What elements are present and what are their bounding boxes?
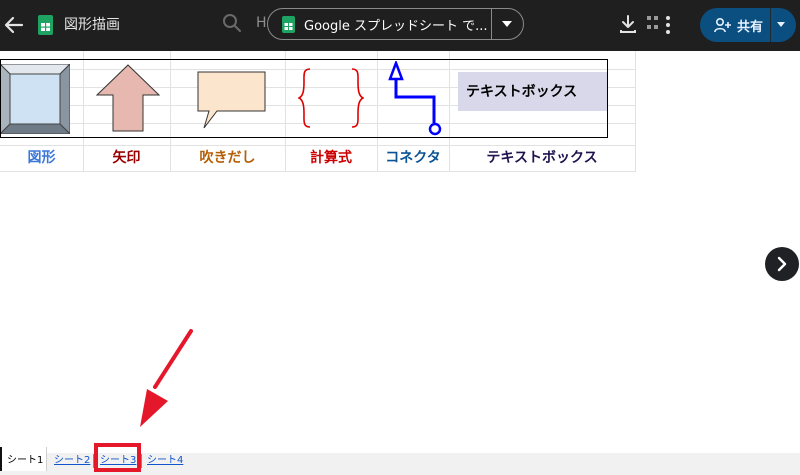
share-divider xyxy=(770,8,771,42)
tab-sheet4[interactable]: シート4 xyxy=(147,452,183,470)
search-icon[interactable] xyxy=(222,13,242,33)
more-vert-icon[interactable] xyxy=(664,14,672,36)
chevron-down-icon[interactable] xyxy=(776,21,786,28)
tab-sheet2[interactable]: シート2 xyxy=(54,452,90,470)
label-shape: 図形 xyxy=(27,150,56,166)
person-add-icon xyxy=(714,17,731,33)
document-title: 図形描画 xyxy=(64,17,120,33)
top-bar: 図形描画 H Google スプレッドシート で... 共有 xyxy=(0,0,800,51)
sheets-logo-icon xyxy=(38,15,53,35)
tab-separator xyxy=(141,454,142,468)
next-page-button[interactable] xyxy=(765,247,799,281)
grid-line xyxy=(0,171,636,172)
share-label: 共有 xyxy=(737,20,764,35)
tab-sheet1-label[interactable]: シート1 xyxy=(7,452,43,470)
search-hint: H xyxy=(256,15,267,31)
share-button[interactable]: 共有 xyxy=(700,8,796,42)
label-equation: 計算式 xyxy=(310,150,352,166)
label-arrow: 矢印 xyxy=(112,150,141,166)
label-connector: コネクタ xyxy=(385,150,441,166)
label-textbox: テキストボックス xyxy=(486,150,598,166)
red-arrow-annotation xyxy=(140,329,193,427)
sheets-logo-icon xyxy=(282,16,295,33)
tab-highlight-box xyxy=(94,443,141,472)
download-icon[interactable] xyxy=(617,13,639,35)
open-with-label: Google スプレッドシート で... xyxy=(304,19,488,34)
chevron-right-icon xyxy=(777,256,787,272)
tree-icon[interactable] xyxy=(646,13,660,35)
shape-frame xyxy=(0,59,608,138)
open-with-sheets-button[interactable]: Google スプレッドシート で... xyxy=(267,8,524,40)
chevron-down-icon[interactable] xyxy=(501,20,513,28)
sheet-grid[interactable]: テキストボックス 図形 矢印 吹きだし 計算式 コネクタ テキストボックス xyxy=(0,51,800,446)
label-callout: 吹きだし xyxy=(199,150,256,166)
pill-divider xyxy=(491,9,492,39)
back-arrow-icon[interactable] xyxy=(2,12,26,38)
